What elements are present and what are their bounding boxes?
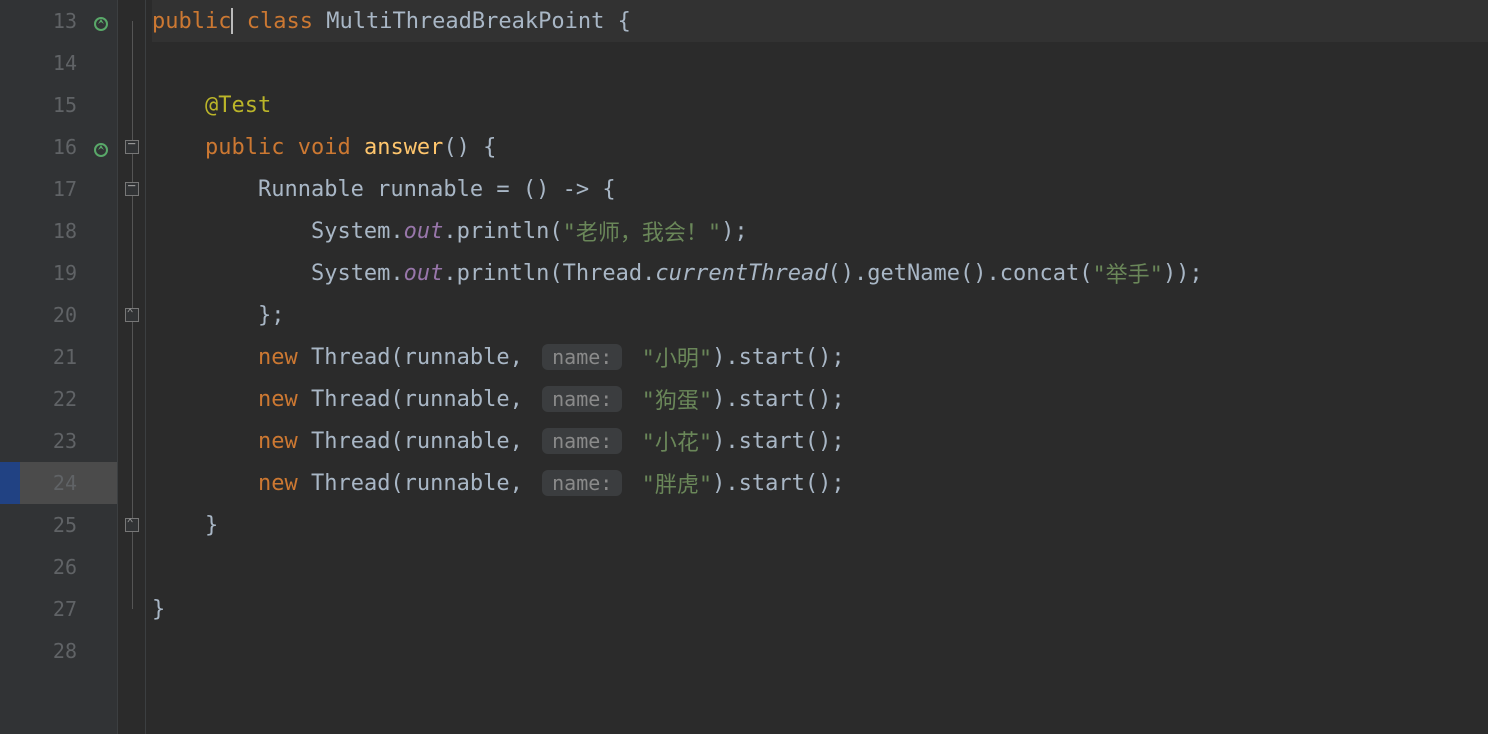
code-line[interactable]: new Thread(runnable, name: "狗蛋").start()… xyxy=(152,378,1488,420)
fold-end-icon[interactable] xyxy=(125,518,139,532)
vcs-changed-icon[interactable] xyxy=(93,139,109,155)
line-number: 23 xyxy=(53,429,77,453)
gutter[interactable]: 13 14 15 16 17 18 19 20 21 22 23 24 25 2… xyxy=(20,0,118,734)
code-editor[interactable]: 13 14 15 16 17 18 19 20 21 22 23 24 25 2… xyxy=(0,0,1488,734)
code-line[interactable]: System.out.println("老师，我会！"); xyxy=(152,210,1488,252)
gutter-row[interactable]: 16 xyxy=(20,126,117,168)
line-number: 15 xyxy=(53,93,77,117)
line-number: 13 xyxy=(53,9,77,33)
line-number: 26 xyxy=(53,555,77,579)
left-margin-strip xyxy=(0,0,20,734)
gutter-row[interactable]: 13 xyxy=(20,0,117,42)
line-number: 22 xyxy=(53,387,77,411)
line-number: 20 xyxy=(53,303,77,327)
code-area[interactable]: public class MultiThreadBreakPoint { @Te… xyxy=(146,0,1488,734)
code-line[interactable]: new Thread(runnable, name: "小明").start()… xyxy=(152,336,1488,378)
code-line[interactable]: } xyxy=(152,504,1488,546)
line-number: 19 xyxy=(53,261,77,285)
code-line[interactable]: }; xyxy=(152,294,1488,336)
vcs-changed-icon[interactable] xyxy=(93,13,109,29)
code-line[interactable]: public void answer() { xyxy=(152,126,1488,168)
code-line[interactable] xyxy=(152,42,1488,84)
line-number: 16 xyxy=(53,135,77,159)
line-number: 17 xyxy=(53,177,77,201)
line-number: 25 xyxy=(53,513,77,537)
code-line[interactable]: } xyxy=(152,588,1488,630)
parameter-hint: name: xyxy=(542,344,622,370)
fold-toggle-icon[interactable] xyxy=(125,182,139,196)
code-line[interactable]: @Test xyxy=(152,84,1488,126)
code-line[interactable]: new Thread(runnable, name: "胖虎").start()… xyxy=(152,462,1488,504)
code-line[interactable] xyxy=(152,630,1488,672)
line-number: 28 xyxy=(53,639,77,663)
change-marker xyxy=(0,462,20,504)
parameter-hint: name: xyxy=(542,470,622,496)
fold-end-icon[interactable] xyxy=(125,308,139,322)
line-number: 27 xyxy=(53,597,77,621)
line-number: 21 xyxy=(53,345,77,369)
parameter-hint: name: xyxy=(542,428,622,454)
code-line[interactable]: public class MultiThreadBreakPoint { xyxy=(152,0,1488,42)
line-number: 24 xyxy=(53,471,77,495)
line-number: 18 xyxy=(53,219,77,243)
code-line[interactable] xyxy=(152,546,1488,588)
parameter-hint: name: xyxy=(542,386,622,412)
code-line[interactable]: Runnable runnable = () -> { xyxy=(152,168,1488,210)
code-line[interactable]: new Thread(runnable, name: "小花").start()… xyxy=(152,420,1488,462)
fold-strip[interactable] xyxy=(118,0,146,734)
line-number: 14 xyxy=(53,51,77,75)
code-line[interactable]: System.out.println(Thread.currentThread(… xyxy=(152,252,1488,294)
fold-toggle-icon[interactable] xyxy=(125,140,139,154)
